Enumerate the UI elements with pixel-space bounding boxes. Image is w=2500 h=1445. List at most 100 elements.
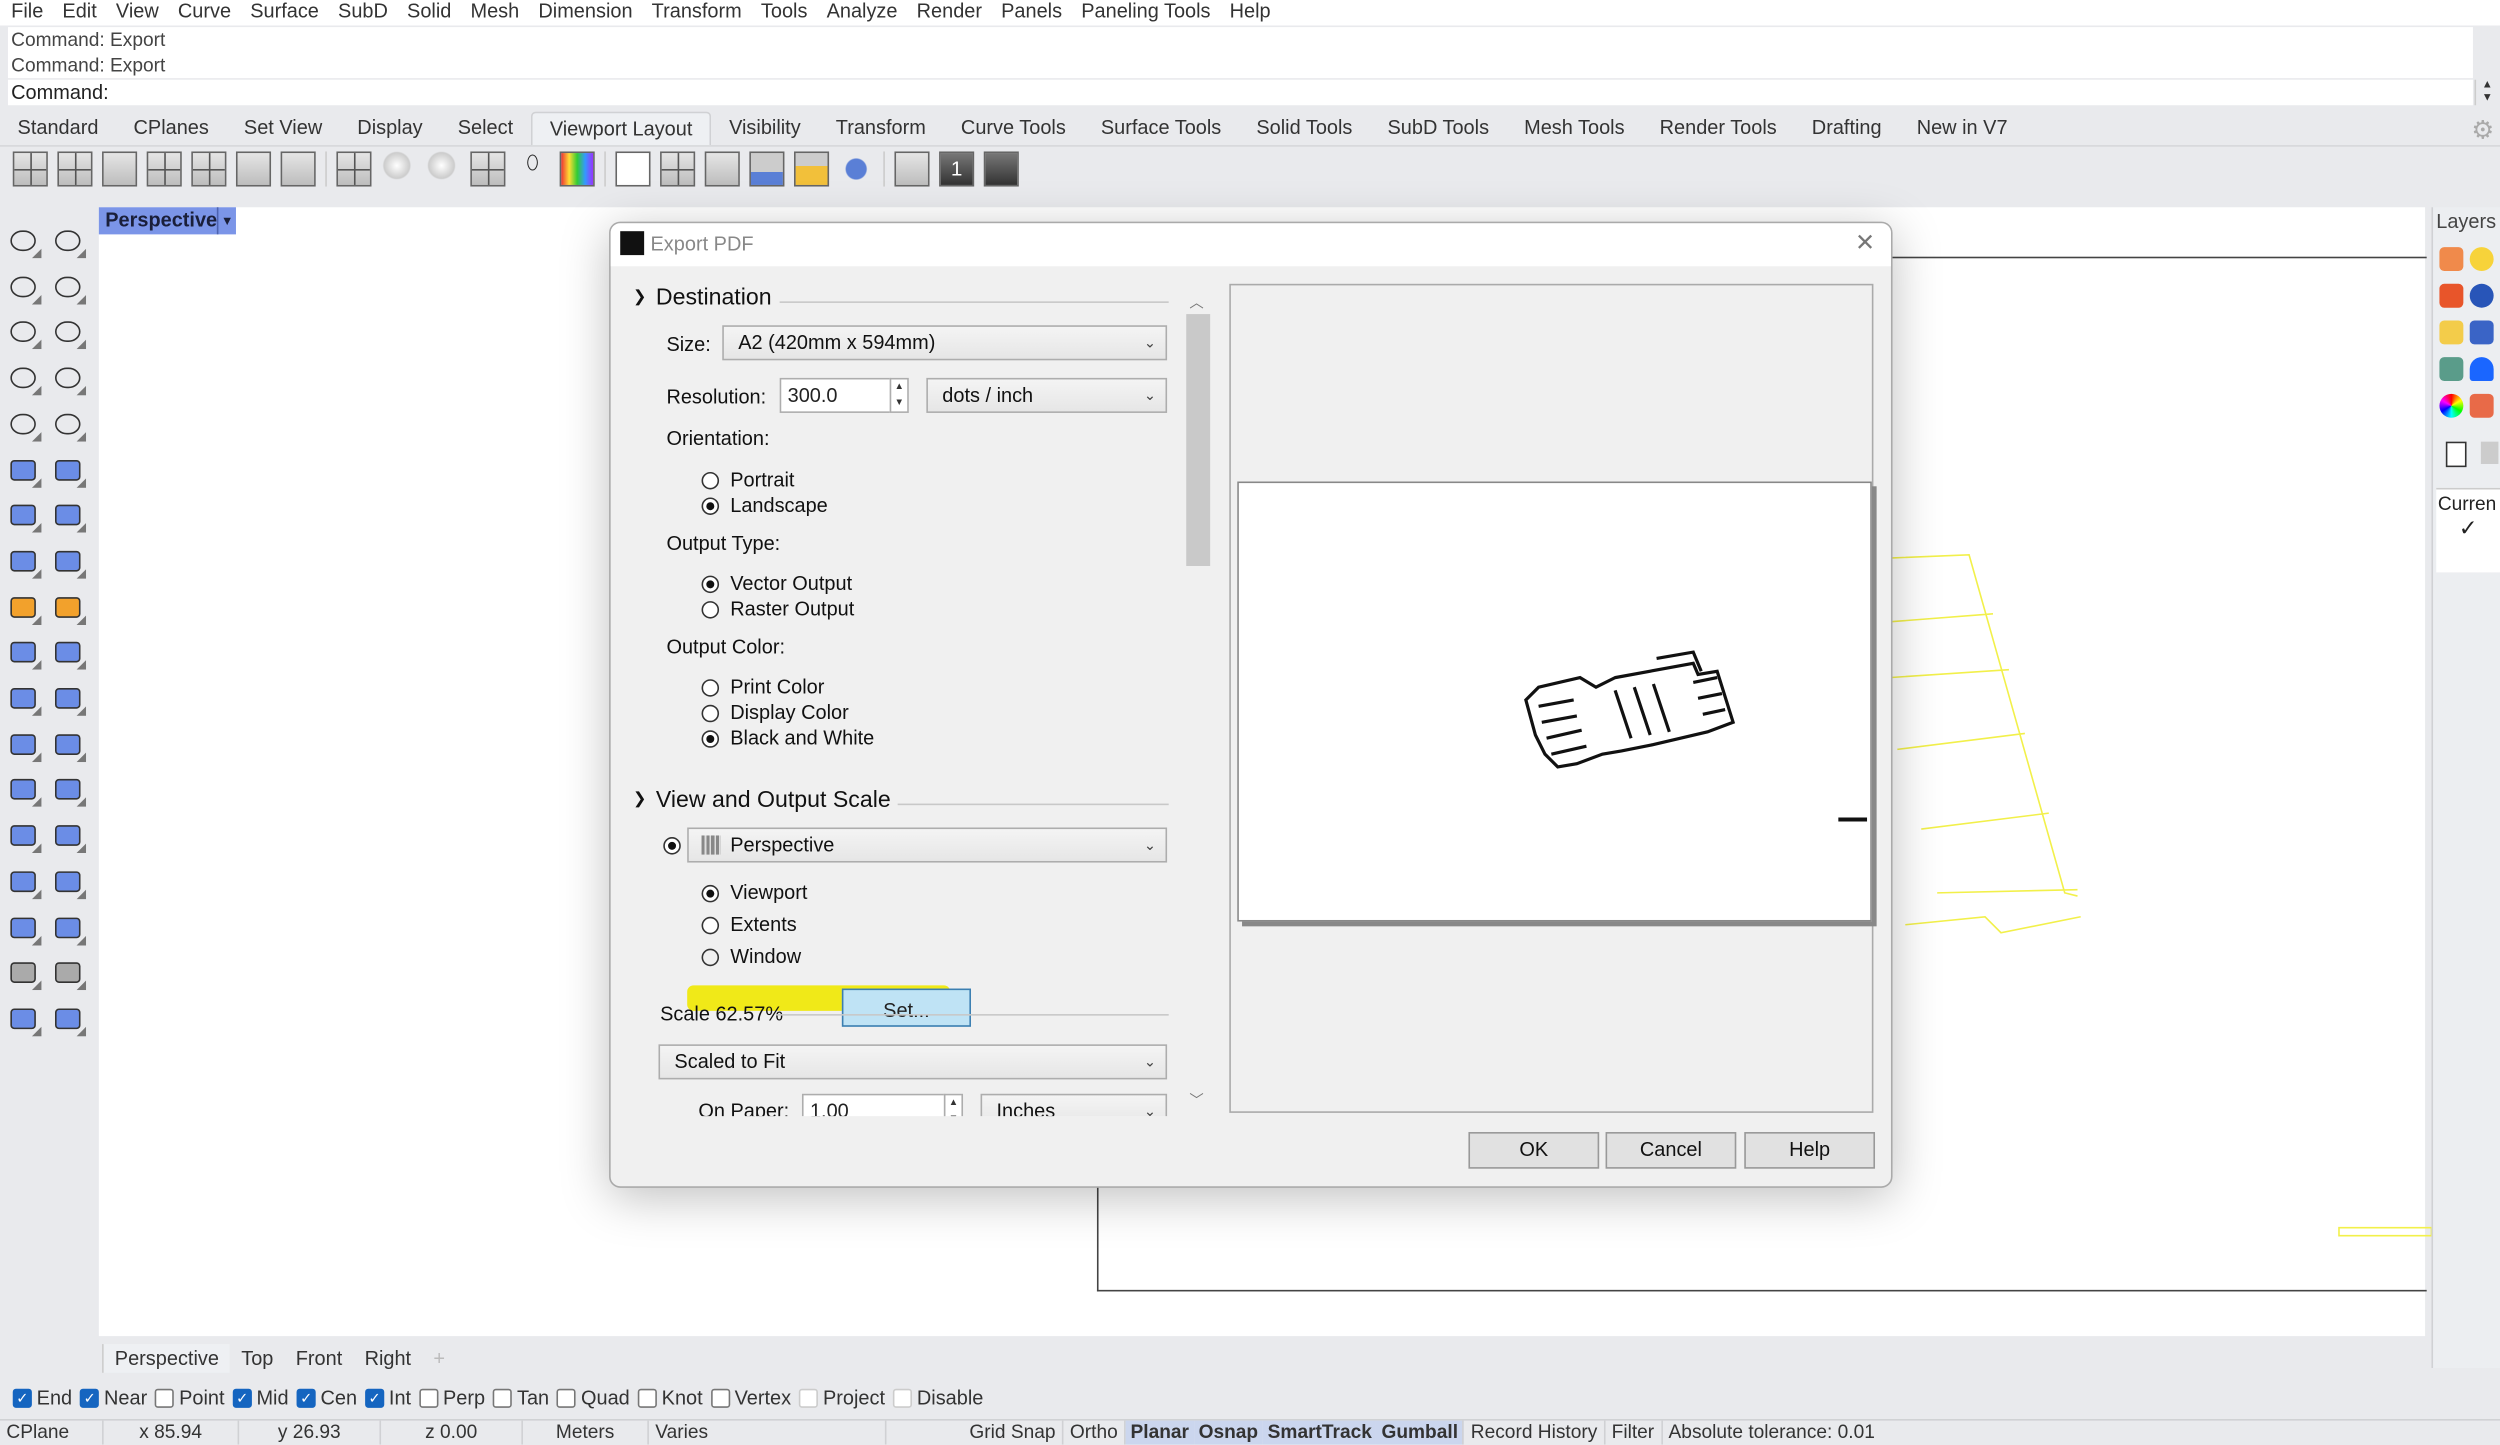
brush-icon[interactable] (2439, 247, 2464, 272)
osnap-quad[interactable]: Quad (557, 1387, 630, 1409)
tab-set-view[interactable]: Set View (226, 112, 339, 145)
display-color-radio[interactable]: Display Color (701, 702, 849, 724)
menu-mesh[interactable]: Mesh (459, 0, 527, 26)
radio-display-color[interactable] (701, 703, 720, 722)
maximize-viewport-icon[interactable] (102, 151, 138, 187)
rectangle-icon[interactable] (51, 360, 87, 396)
radio-vector[interactable] (701, 574, 720, 593)
detail-width-icon[interactable] (704, 151, 740, 187)
resolution-unit-dropdown[interactable]: dots / inch ⌄ (926, 377, 1168, 413)
solid-extrude-icon[interactable] (6, 864, 42, 899)
viewport-tab-top[interactable]: Top (230, 1344, 284, 1373)
menu-view[interactable]: View (105, 0, 167, 26)
extrude-surface-icon[interactable] (51, 452, 87, 488)
cplane-label[interactable]: CPlane (0, 1420, 104, 1445)
add-viewport-tab-icon[interactable]: + (422, 1344, 456, 1373)
scale-mode-dropdown[interactable]: Scaled to Fit ⌄ (658, 1044, 1168, 1080)
planar-toggle[interactable]: Planar (1125, 1420, 1194, 1445)
filter-toggle[interactable]: Filter (1605, 1420, 1663, 1445)
fillet-curve-icon[interactable] (51, 406, 87, 442)
view-radio[interactable] (663, 837, 681, 855)
checkbox[interactable] (419, 1388, 439, 1408)
osnap-int[interactable]: ✓ Int (365, 1387, 411, 1409)
menu-file[interactable]: File (0, 0, 51, 26)
menu-edit[interactable]: Edit (51, 0, 104, 26)
osnap-end[interactable]: ✓ End (12, 1387, 72, 1409)
on-paper-unit-dropdown[interactable]: Inches ⌄ (980, 1093, 1168, 1117)
gear-icon[interactable]: ⚙ (2471, 115, 2494, 147)
scroll-up-icon[interactable]: ︿ (1189, 292, 1203, 313)
vector-output-radio[interactable]: Vector Output (701, 572, 852, 595)
on-paper-input[interactable]: 1.00 (801, 1093, 946, 1117)
menu-analyze[interactable]: Analyze (815, 0, 905, 26)
osnap-knot[interactable]: Knot (637, 1387, 703, 1409)
display-mode-icon[interactable] (559, 151, 595, 187)
cylinder-icon[interactable] (6, 544, 42, 579)
menu-subd[interactable]: SubD (327, 0, 396, 26)
tab-curve-tools[interactable]: Curve Tools (943, 112, 1083, 145)
copy-layer-icon[interactable] (2480, 441, 2499, 464)
print-icon[interactable] (894, 151, 930, 187)
surface-points-icon[interactable] (6, 452, 42, 488)
materials-icon[interactable] (2469, 393, 2494, 418)
raster-output-radio[interactable]: Raster Output (701, 598, 854, 620)
split-vertical-icon[interactable] (280, 151, 316, 187)
menu-paneling-tools[interactable]: Paneling Tools (1070, 0, 1218, 26)
radio-viewport[interactable] (701, 884, 720, 902)
viewport-tab-perspective[interactable]: Perspective (102, 1344, 231, 1373)
radio-print-color[interactable] (701, 678, 720, 696)
tab-subd-tools[interactable]: SubD Tools (1370, 112, 1507, 145)
osnap-project[interactable]: Project (799, 1387, 885, 1409)
menu-curve[interactable]: Curve (167, 0, 239, 26)
menu-tools[interactable]: Tools (750, 0, 816, 26)
checkbox[interactable]: ✓ (80, 1388, 100, 1408)
sun-icon[interactable] (2439, 283, 2464, 308)
surface-edit-icon[interactable] (6, 955, 42, 991)
command-scroll[interactable]: ▲ ▼ (2474, 79, 2499, 106)
osnap-vertex[interactable]: Vertex (710, 1387, 791, 1409)
open-layout-icon[interactable] (794, 151, 830, 187)
tolerance-readout[interactable]: Absolute tolerance: 0.01 (1662, 1421, 1881, 1445)
grid-icon[interactable] (470, 151, 506, 187)
float-viewport-icon[interactable] (191, 151, 227, 187)
close-icon[interactable]: ✕ (1855, 228, 1875, 257)
radio-portrait[interactable] (701, 471, 720, 489)
tab-viewport-layout[interactable]: Viewport Layout (530, 111, 712, 146)
globe-icon[interactable] (2469, 283, 2494, 308)
checkbox[interactable] (799, 1388, 819, 1408)
rotate-icon[interactable] (51, 818, 87, 854)
copy-icon[interactable] (6, 818, 42, 854)
new-layer-icon[interactable] (2445, 441, 2467, 468)
menu-solid[interactable]: Solid (396, 0, 459, 26)
window-radio[interactable]: Window (701, 945, 801, 968)
new-viewport-icon[interactable] (146, 151, 182, 187)
portrait-radio[interactable]: Portrait (701, 469, 794, 491)
viewport-tab-right[interactable]: Right (353, 1344, 422, 1373)
curve-icon[interactable] (51, 269, 87, 305)
page-number-icon[interactable]: 1 (939, 151, 975, 187)
color-wheel-icon[interactable] (2439, 393, 2464, 418)
boolean-union-icon[interactable] (51, 498, 87, 533)
array-icon[interactable] (6, 910, 42, 945)
checkbox[interactable]: ✓ (232, 1388, 252, 1408)
ground-plane-icon[interactable] (2439, 357, 2464, 382)
on-paper-stepper[interactable]: ▲▼ (943, 1093, 964, 1117)
polyline-icon[interactable] (6, 269, 42, 305)
settings-scrollbar[interactable]: ︿ ﹀ (1186, 295, 1212, 1108)
rebuild-curve-icon[interactable] (51, 727, 87, 762)
resolution-input[interactable]: 300.0 (779, 377, 892, 413)
box-icon[interactable] (6, 498, 42, 533)
polygon-icon[interactable] (6, 406, 42, 442)
point-icon[interactable] (51, 223, 87, 259)
units[interactable]: Meters (523, 1420, 649, 1445)
osnap-near[interactable]: ✓ Near (80, 1387, 147, 1409)
checkbox[interactable] (557, 1388, 577, 1408)
osnap-perp[interactable]: Perp (419, 1387, 485, 1409)
help-window-icon[interactable] (2469, 320, 2494, 345)
primitives-icon[interactable] (6, 1001, 42, 1037)
tab-transform[interactable]: Transform (818, 112, 943, 145)
move-icon[interactable] (51, 772, 87, 808)
mirror-icon[interactable] (51, 910, 87, 945)
split-icon[interactable] (51, 635, 87, 671)
split-horizontal-icon[interactable] (235, 151, 272, 187)
